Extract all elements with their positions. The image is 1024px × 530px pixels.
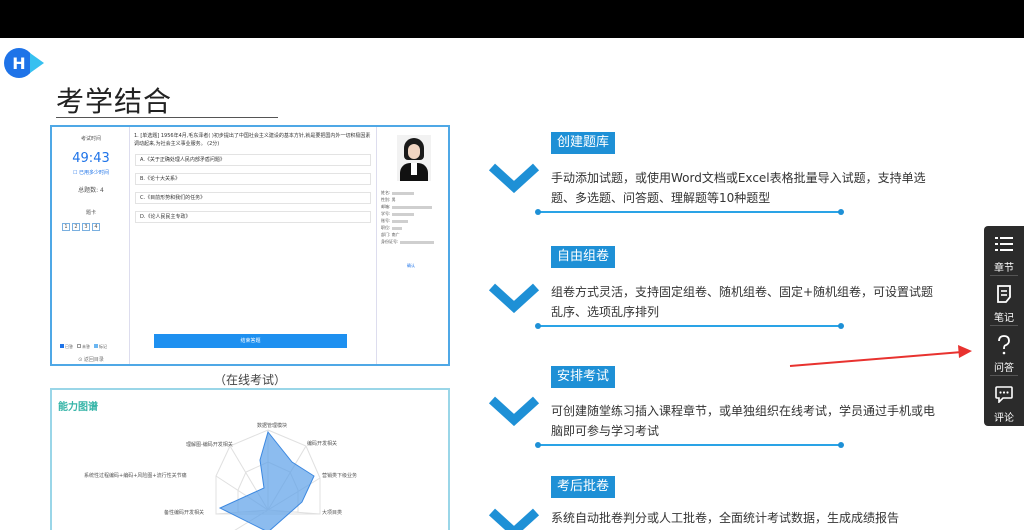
right-toolbar: 章节 笔记 问答 评论: [984, 226, 1024, 426]
question-number: 2: [72, 223, 80, 231]
legend-unanswered: 未答: [82, 344, 90, 349]
radar-label: 系统性过程编码+编码+风险图+流行性关节痛: [84, 472, 187, 479]
divider-dot: [535, 442, 541, 448]
divider-dot: [535, 323, 541, 329]
confirm-link: 确认: [407, 263, 415, 268]
top-black-bar: [0, 0, 1024, 38]
radar-label: 大项目类: [322, 509, 342, 516]
exam-time-label: 考试时间: [80, 136, 101, 142]
toolbar-comments[interactable]: 评论: [984, 376, 1024, 425]
feature-title-post-grading: 考后批卷: [551, 476, 616, 498]
question-number: 4: [92, 223, 100, 231]
elapsed-label: ☐ 已用多少时间: [72, 170, 110, 176]
exam-question-panel: 1. [单选题] 1956年4月,毛东泽者( )初步提出了中国社会主义建设的基本…: [132, 127, 376, 364]
back-to-catalog: ⊙ 返回目录: [78, 357, 104, 363]
toolbar-label: 问答: [994, 363, 1014, 374]
feature-desc-free-compose: 组卷方式灵活，支持固定组卷、随机组卷、固定+随机组卷，可设置试题乱序、选项乱序排…: [551, 285, 934, 319]
radar-chart: 数据管理模块 编码开发相关 营销类下级业务 大项目类 备性编码开发相关 系统性过…: [84, 422, 357, 530]
divider-dot: [838, 442, 844, 448]
toolbar-notes[interactable]: 笔记: [984, 276, 1024, 325]
feature-desc-arrange-exam: 可创建随堂练习插入课程章节，或单独组织在线考试，学员通过手机或电脑即可参与学习考…: [551, 404, 936, 438]
exam-timer: 49:43: [72, 151, 110, 166]
radar-label: 编码开发相关: [307, 440, 337, 447]
divider-dot: [838, 209, 844, 215]
student-photo: [397, 135, 431, 181]
feature-title-create-bank: 创建题库: [551, 132, 616, 154]
toolbar-chapters[interactable]: 章节: [984, 226, 1024, 275]
comment-icon: [995, 386, 1013, 403]
feature-divider: [538, 444, 842, 446]
feature-title-free-compose: 自由组卷: [551, 246, 616, 268]
toolbar-label: 评论: [994, 413, 1014, 424]
title-underline: [56, 117, 278, 118]
option-a: A.《关于正确处理人民内部矛盾问题》: [135, 154, 371, 166]
answer-card-label: 题卡: [85, 210, 96, 216]
feature-title-arrange-exam: 安排考试: [551, 366, 616, 388]
option-c: C.《目前形势和我们的任务》: [135, 192, 371, 204]
exam-caption: （在线考试）: [213, 373, 286, 387]
radar-label: 数据管理模块: [257, 422, 287, 429]
option-d: D.《论人民民主专政》: [135, 211, 371, 223]
question-number: 1: [62, 223, 70, 231]
chevron-down-icon: [489, 396, 539, 426]
badge-arrow-icon: [30, 53, 44, 73]
chevron-down-icon: [489, 508, 539, 530]
feature-divider: [538, 325, 842, 327]
ability-chart: 能力图谱 数据管理模块 编码开发相关 营销类下级业务 大项目类 备性编码开发相关…: [50, 388, 450, 530]
toolbar-label: 笔记: [994, 313, 1014, 324]
radar-area: [218, 430, 315, 530]
radar-label: 理解图-编码开发相关: [186, 441, 233, 448]
question-icon: [998, 335, 1010, 355]
chevron-down-icon: [489, 163, 539, 193]
student-info-list: 姓名: 性别: 男 邮箱: 学号: 账号: 职位: 部门: 南广 身份证号:: [381, 189, 434, 245]
answer-legend: 已答 未答 标记: [60, 344, 107, 350]
list-icon: [995, 237, 1013, 251]
divider-dot: [838, 323, 844, 329]
option-b: B.《论十大关系》: [135, 173, 371, 185]
toolbar-label: 章节: [994, 263, 1014, 274]
section-title: 考学结合: [56, 85, 173, 118]
student-info-panel: 姓名: 性别: 男 邮箱: 学号: 账号: 职位: 部门: 南广 身份证号: 确…: [376, 127, 450, 364]
question-number: 3: [82, 223, 90, 231]
radar-label: 备性编码开发相关: [164, 509, 204, 516]
question-number-grid: 1 2 3 4: [62, 223, 100, 231]
legend-answered: 已答: [65, 344, 73, 349]
online-exam-screenshot: 考试时间 49:43 ☐ 已用多少时间 总题数: 4 题卡 1 2 3 4 已答…: [50, 125, 450, 366]
feature-divider: [538, 211, 842, 213]
feature-desc-create-bank: 手动添加试题，或使用Word文档或Excel表格批量导入试题，支持单选题、多选题…: [551, 171, 926, 205]
divider-dot: [535, 209, 541, 215]
feature-desc-post-grading: 系统自动批卷判分或人工批卷，全面统计考试数据，生成成绩报告: [551, 511, 900, 525]
question-text: 1. [单选题] 1956年4月,毛东泽者( )初步提出了中国社会主义建设的基本…: [134, 133, 371, 147]
toolbar-qa[interactable]: 问答: [984, 326, 1024, 375]
end-exam-button: 结束答题: [154, 334, 347, 348]
radar-label: 营销类下级业务: [322, 472, 357, 479]
chevron-down-icon: [489, 283, 539, 313]
note-icon: [997, 285, 1011, 303]
total-questions: 总题数: 4: [78, 187, 104, 194]
legend-marked: 标记: [99, 344, 107, 349]
exam-sidebar: 考试时间 49:43 ☐ 已用多少时间 总题数: 4 题卡 1 2 3 4 已答…: [52, 127, 130, 364]
